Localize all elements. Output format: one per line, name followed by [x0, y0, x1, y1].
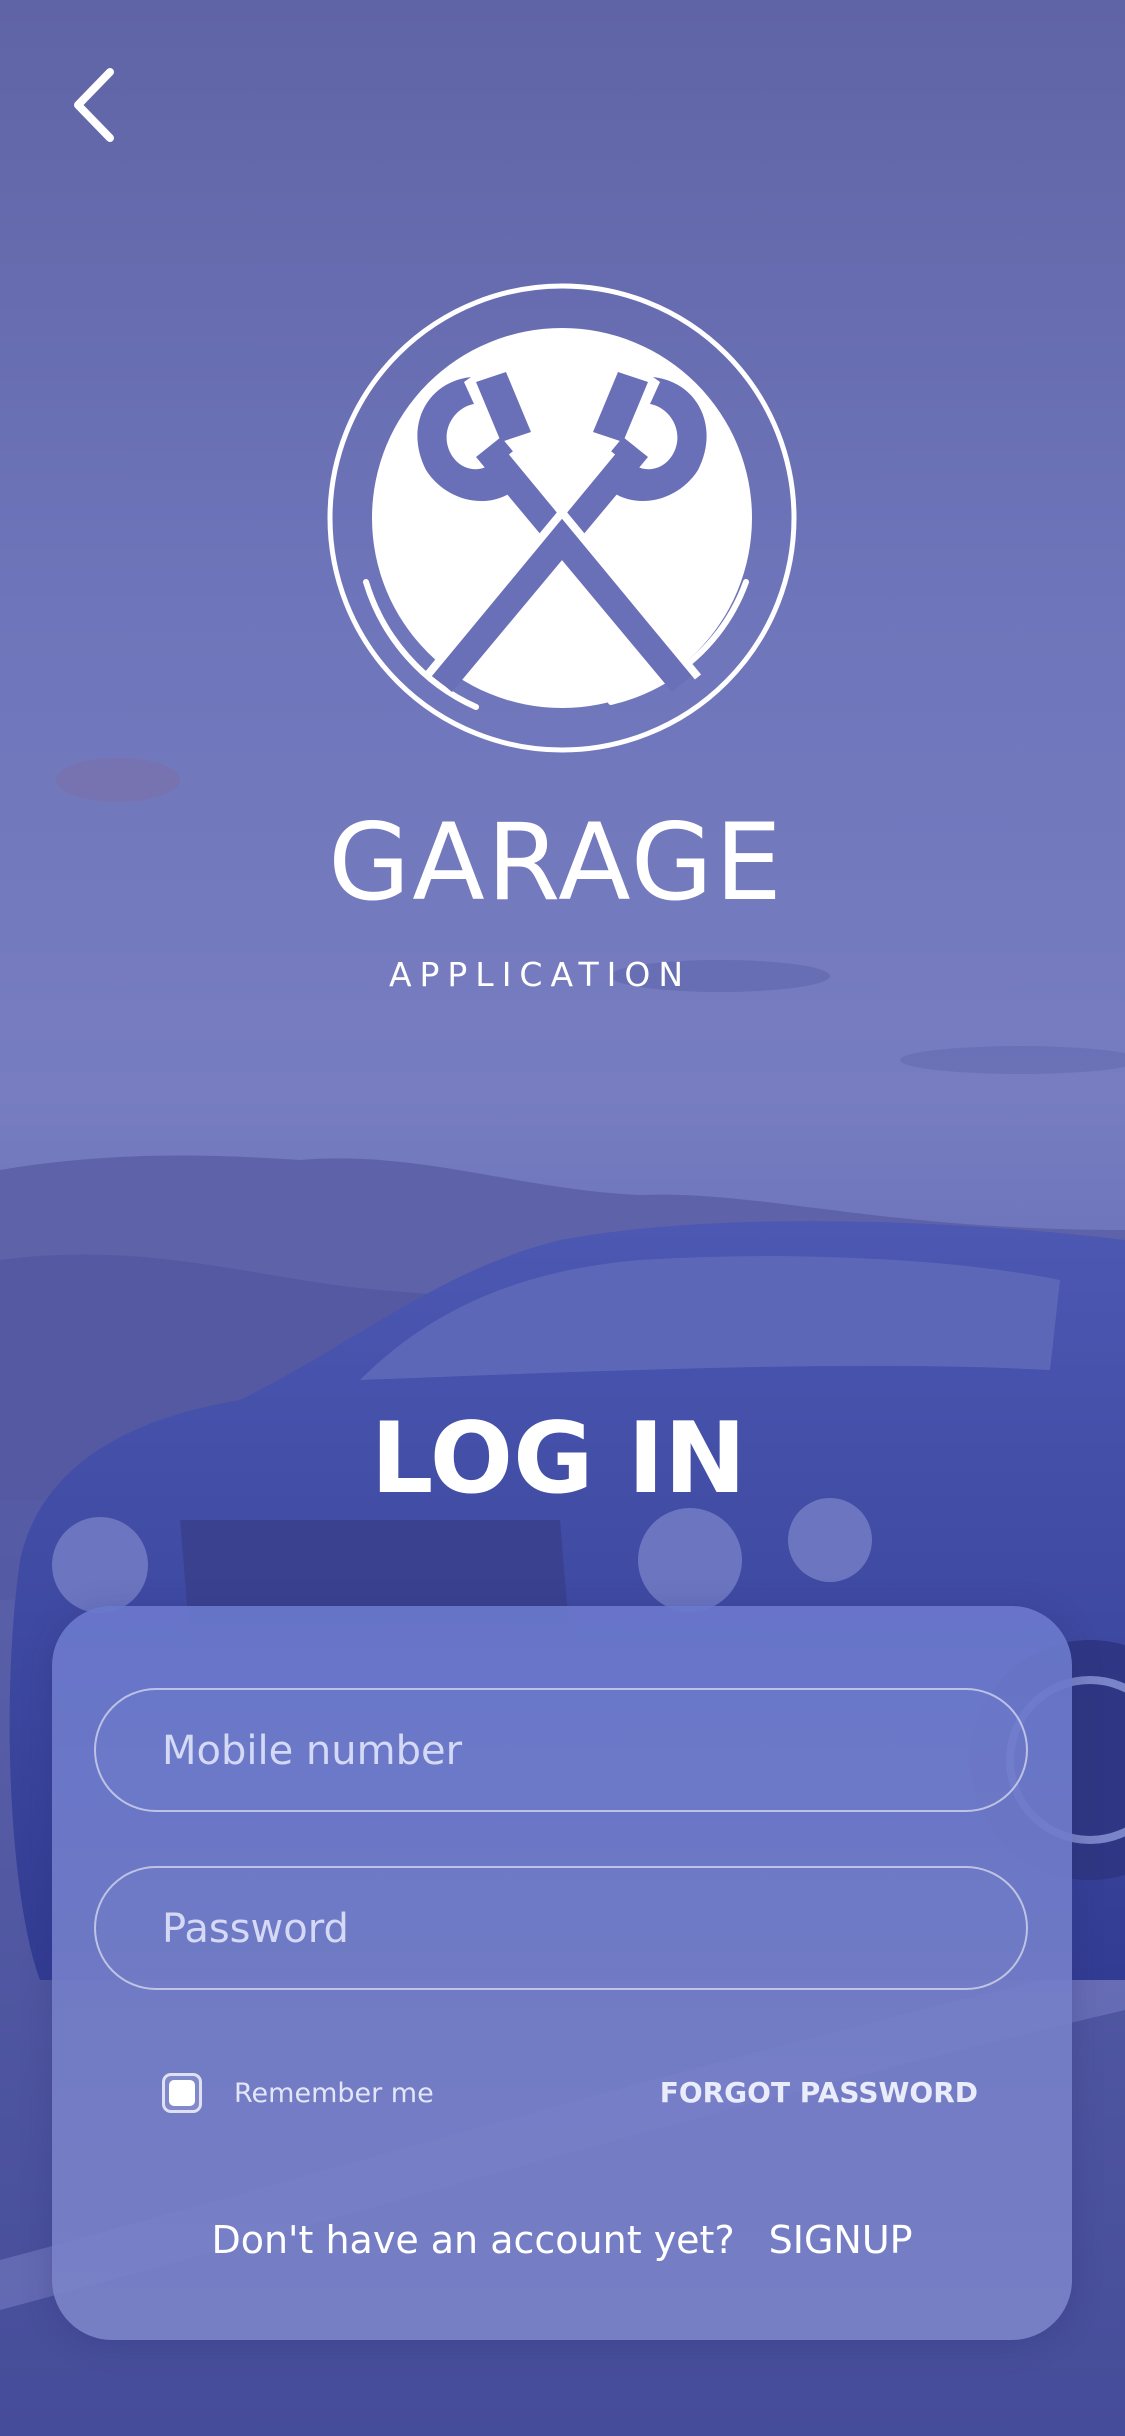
password-input[interactable] [160, 1868, 984, 1990]
password-field[interactable] [94, 1866, 1028, 1990]
brand-title: GARAGE [328, 801, 784, 924]
remember-me-label: Remember me [234, 2077, 434, 2109]
signup-prompt: Don't have an account yet? [211, 2218, 735, 2262]
mobile-number-input[interactable] [160, 1690, 984, 1812]
brand-subtitle: APPLICATION [388, 955, 692, 994]
remember-me-toggle[interactable]: Remember me [162, 2068, 434, 2118]
car-headlight [638, 1508, 742, 1612]
car-headlight [52, 1517, 148, 1613]
checkbox-check-icon [169, 2080, 195, 2106]
cloud [56, 758, 180, 802]
signup-link[interactable]: SIGNUP [769, 2218, 913, 2262]
login-card: Remember me FORGOT PASSWORD Don't have a… [52, 1606, 1072, 2340]
cloud [900, 1046, 1125, 1074]
signup-row: Don't have an account yet? SIGNUP [52, 2218, 1072, 2262]
chevron-left-icon [74, 68, 114, 142]
login-screen: GARAGE APPLICATION LOG IN Remember me FO… [0, 0, 1125, 2436]
remember-me-checkbox[interactable] [162, 2073, 202, 2113]
mobile-number-field[interactable] [94, 1688, 1028, 1812]
back-button[interactable] [60, 60, 140, 150]
login-title: LOG IN [370, 1402, 747, 1516]
crossed-wrenches-icon [327, 283, 797, 753]
forgot-password-link[interactable]: FORGOT PASSWORD [660, 2076, 978, 2109]
car-headlight [788, 1498, 872, 1582]
